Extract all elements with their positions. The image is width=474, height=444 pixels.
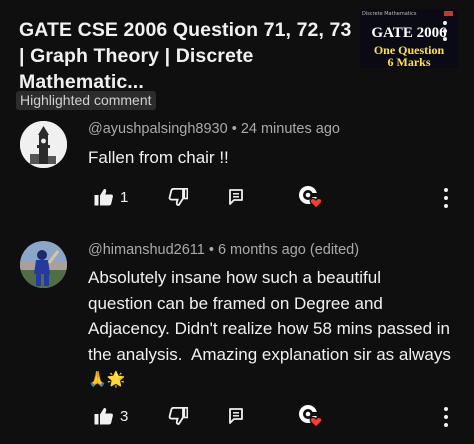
dislike-button[interactable] bbox=[168, 403, 188, 429]
comment-line: question can be framed on Degree and bbox=[88, 293, 383, 313]
thumb-up-icon bbox=[94, 407, 113, 425]
comment-actions: 3 bbox=[88, 403, 388, 429]
more-vert-icon[interactable] bbox=[442, 21, 448, 45]
thumbnail-top-text: Discrete Mathematics bbox=[362, 11, 417, 17]
creator-heart bbox=[298, 403, 324, 429]
reply-button[interactable] bbox=[229, 403, 243, 429]
comment-text: Fallen from chair !! bbox=[88, 145, 464, 171]
like-count: 1 bbox=[120, 188, 129, 206]
like-count: 3 bbox=[120, 407, 129, 425]
comment-line: Adjacency. Didn't realize how 58 mins pa… bbox=[88, 319, 451, 338]
avatar[interactable] bbox=[20, 121, 67, 168]
reply-comment-icon bbox=[229, 408, 243, 424]
reply-button[interactable] bbox=[229, 184, 243, 210]
comment-emojis: 🙏🌟 bbox=[88, 370, 126, 388]
comment-meta[interactable]: @himanshud2611 • 6 months ago (edited) bbox=[88, 242, 359, 258]
thumbnail-badge bbox=[444, 11, 453, 16]
dislike-button[interactable] bbox=[168, 184, 188, 210]
creator-heart bbox=[298, 184, 324, 210]
comment-meta[interactable]: @ayushpalsingh8930 • 24 minutes ago bbox=[88, 121, 340, 137]
comment-line: the analysis. Amazing explanation sir as… bbox=[88, 344, 451, 364]
thumb-down-icon bbox=[168, 188, 188, 206]
thumbnail-subtitle: One Question 6 Marks bbox=[360, 44, 458, 68]
comment-actions: 1 bbox=[88, 184, 388, 210]
reply-comment-icon bbox=[229, 189, 243, 205]
clock-tower-avatar-icon bbox=[20, 121, 67, 168]
thumbnail-subtitle-line2: 6 Marks bbox=[387, 55, 431, 68]
comment-more-icon[interactable] bbox=[443, 407, 449, 429]
comment-more-icon[interactable] bbox=[443, 188, 449, 210]
creator-heart-icon bbox=[299, 405, 323, 428]
video-title[interactable]: GATE CSE 2006 Question 71, 72, 73 | Grap… bbox=[19, 17, 355, 95]
like-button[interactable]: 3 bbox=[94, 403, 128, 429]
video-header[interactable]: GATE CSE 2006 Question 71, 72, 73 | Grap… bbox=[0, 0, 474, 93]
avatar[interactable] bbox=[20, 241, 67, 288]
like-button[interactable]: 1 bbox=[94, 184, 128, 210]
cricketer-avatar-icon bbox=[20, 241, 67, 288]
comment-line: Fallen from chair !! bbox=[88, 148, 229, 167]
comment-line: Absolutely insane how such a beautiful bbox=[88, 268, 381, 287]
creator-heart-icon bbox=[299, 186, 323, 209]
thumb-up-icon bbox=[94, 188, 113, 206]
thumb-down-icon bbox=[168, 407, 188, 425]
comment-text: Absolutely insane how such a beautiful q… bbox=[88, 265, 464, 393]
highlighted-comment-badge: Highlighted comment bbox=[16, 91, 156, 110]
